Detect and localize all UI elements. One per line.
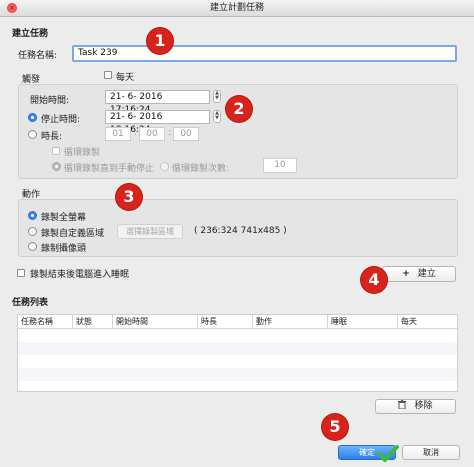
task-list-table: 任務名稱 狀態 開始時間 時長 動作 睡眠 每天 (17, 314, 458, 392)
daily-label: 每天 (116, 73, 135, 83)
annotation-badge-3: 3 (116, 184, 142, 210)
record-webcam-label: 錄制攝像頭 (41, 244, 87, 254)
task-list-title: 任務列表 (12, 298, 49, 308)
table-row (18, 368, 457, 381)
record-custom-area-radio[interactable] (28, 227, 37, 236)
annotation-badge-2: 2 (226, 96, 252, 122)
duration-label: 時長: (41, 132, 63, 142)
column-header-status[interactable]: 狀態 (73, 315, 113, 328)
task-name-label: 任務名稱: (18, 51, 58, 61)
select-area-button[interactable]: 選擇錄製區域 (117, 224, 183, 239)
trash-icon (398, 400, 407, 410)
stop-time-radio[interactable] (28, 113, 37, 122)
annotation-badge-1: 1 (147, 28, 173, 54)
window-title: 建立計劃任務 (209, 3, 264, 13)
create-button-label: 建立 (417, 269, 436, 279)
start-time-input[interactable]: 21- 6- 2016 17:16:24 (105, 90, 210, 115)
table-row (18, 342, 457, 355)
column-header-task-name[interactable]: 任務名稱 (18, 315, 73, 328)
duration-radio[interactable] (28, 130, 37, 139)
annotation-badge-5: 5 (322, 414, 348, 440)
duration-separator-1: : (134, 128, 138, 138)
record-full-screen-label: 錄製全螢幕 (41, 213, 87, 223)
loop-record-checkbox[interactable] (52, 147, 60, 155)
task-name-input[interactable]: Task 239 (72, 45, 457, 62)
sleep-after-checkbox[interactable] (17, 269, 25, 277)
duration-seconds-input[interactable]: 00 (173, 127, 199, 141)
column-header-duration[interactable]: 時長 (198, 315, 253, 328)
area-coordinates: ( 236:324 741x485 ) (194, 226, 287, 236)
task-list-header: 任務名稱 狀態 開始時間 時長 動作 睡眠 每天 (18, 315, 457, 329)
close-window-button[interactable]: × (7, 3, 17, 13)
loop-until-stop-label: 循環錄製直到手動停止 (64, 164, 155, 174)
stop-time-input[interactable]: 21- 6- 2016 18:16:24 (105, 110, 210, 135)
plus-icon: + (402, 269, 410, 279)
loop-count-radio[interactable] (160, 162, 169, 171)
duration-hours-input[interactable]: 01 (105, 127, 131, 141)
annotation-badge-4: 4 (361, 267, 387, 293)
column-header-daily[interactable]: 每天 (398, 315, 458, 328)
column-header-start-time[interactable]: 開始時間 (113, 315, 198, 328)
loop-count-label: 循環錄製次數: (172, 164, 230, 174)
stop-time-stepper[interactable]: ▲ ▼ (213, 110, 221, 123)
record-full-screen-radio[interactable] (28, 211, 37, 220)
window-titlebar: 建立計劃任務 (0, 0, 474, 17)
stop-time-label: 停止時間: (41, 115, 81, 125)
start-time-stepper[interactable]: ▲ ▼ (213, 90, 221, 103)
cancel-button[interactable]: 取消 (402, 445, 460, 460)
daily-checkbox[interactable] (104, 71, 112, 79)
loop-record-label: 循環錄製 (64, 148, 101, 158)
create-button[interactable]: + 建立 (382, 266, 456, 282)
close-icon: × (9, 4, 15, 12)
duration-separator-2: : (168, 128, 172, 138)
column-header-action[interactable]: 動作 (253, 315, 328, 328)
create-task-section-title: 建立任務 (12, 29, 49, 39)
duration-minutes-input[interactable]: 00 (139, 127, 165, 141)
sleep-after-label: 錄製結束後電腦進入睡眠 (30, 270, 130, 280)
remove-button[interactable]: 移除 (375, 399, 456, 414)
loop-count-input[interactable]: 10 (263, 158, 297, 173)
loop-until-stop-radio[interactable] (52, 162, 61, 171)
checkmark-icon (377, 444, 399, 464)
start-time-label: 開始時間: (30, 96, 70, 106)
remove-button-label: 移除 (414, 401, 433, 411)
record-custom-area-label: 錄製自定義區域 (41, 229, 105, 239)
column-header-sleep[interactable]: 睡眠 (328, 315, 398, 328)
record-webcam-radio[interactable] (28, 242, 37, 251)
